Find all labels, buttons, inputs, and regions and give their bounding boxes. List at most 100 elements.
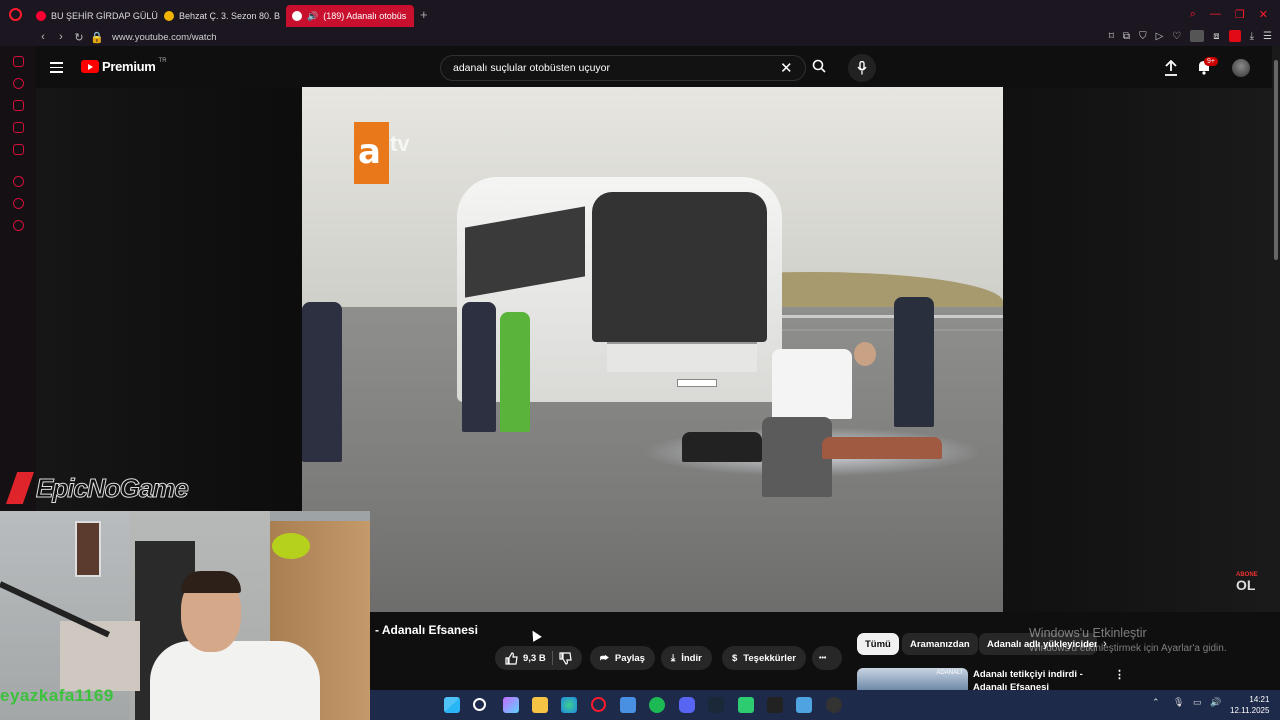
lock-icon[interactable]: 🔒	[88, 31, 106, 44]
streamer-username: eyazkafa1169	[0, 686, 114, 705]
video-person-lying	[682, 432, 762, 462]
search-taskbar-icon[interactable]	[473, 698, 486, 711]
browser-tab-active[interactable]: 🔊 (189) Adanalı otobüs	[286, 5, 414, 27]
minimize-button[interactable]: —	[1210, 8, 1221, 20]
more-actions-button[interactable]: •••	[812, 646, 842, 670]
taskbar-clock[interactable]: 14:21 12.11.2025	[1230, 694, 1269, 716]
region-code: TR	[158, 57, 167, 64]
sidebar-player-icon[interactable]	[13, 176, 24, 187]
scrollbar-thumb[interactable]	[1274, 60, 1278, 260]
clear-search-icon[interactable]: ✕	[780, 59, 793, 77]
share-button[interactable]: ⮫ Paylaş	[590, 646, 655, 670]
bookmark-icon[interactable]: ⌑	[1109, 31, 1114, 42]
thumbs-down-icon[interactable]	[559, 651, 572, 665]
share-icon: ⮫	[600, 652, 609, 664]
sidebar-history-icon[interactable]	[13, 78, 24, 89]
video-title: - Adanalı Efsanesi	[375, 623, 478, 637]
like-button[interactable]: 9,3 B	[505, 651, 546, 665]
new-tab-button[interactable]: +	[420, 7, 428, 22]
browser-tab-1[interactable]: BU ŞEHİR GİRDAP GÜLÜ	[30, 5, 158, 27]
video-woman-green	[500, 312, 530, 432]
atv-channel-logo: a	[354, 122, 389, 184]
account-avatar[interactable]	[1232, 59, 1250, 77]
extension-icon[interactable]	[1190, 30, 1205, 42]
reload-icon[interactable]: ↻	[70, 31, 88, 44]
search-input[interactable]	[453, 62, 773, 74]
recommendation-title[interactable]: Adanalı tetikçiyi indirdi - Adanalı Efsa…	[973, 668, 1113, 690]
upload-icon[interactable]	[1164, 60, 1178, 76]
forward-icon[interactable]: ›	[52, 31, 70, 43]
epicnogame-mark-icon	[6, 472, 34, 504]
puzzle-icon[interactable]: ⧈	[1213, 31, 1219, 42]
play-icon[interactable]: ▷	[1156, 31, 1164, 42]
video-player[interactable]: a tv	[302, 87, 1003, 612]
recommendation-more-icon[interactable]: ⋮	[1114, 668, 1125, 681]
download-icon[interactable]: ⤓	[1250, 31, 1254, 42]
tab-label: (189) Adanalı otobüs	[323, 11, 407, 21]
epicnogame-text: EpicNoGame	[36, 472, 190, 503]
voice-search-button[interactable]	[848, 54, 876, 82]
tray-mic-icon[interactable]: 🎙	[1173, 697, 1184, 708]
more-actions-icon: •••	[819, 654, 827, 662]
sidebar-workspace-icon[interactable]	[13, 100, 24, 111]
edge-icon[interactable]	[561, 697, 577, 713]
opera-taskbar-icon[interactable]	[591, 697, 606, 712]
site-favicon-icon	[164, 11, 174, 21]
start-icon[interactable]	[444, 697, 460, 713]
thumbs-up-icon	[505, 651, 518, 665]
spotify-icon[interactable]	[649, 697, 665, 713]
tray-chevron-icon[interactable]: ⌃	[1152, 697, 1160, 708]
chip-all[interactable]: Tümü	[857, 633, 899, 655]
shield-icon[interactable]: ⛉	[1139, 31, 1147, 42]
discord-icon[interactable]	[679, 697, 695, 713]
url-field[interactable]: www.youtube.com/watch	[112, 32, 217, 43]
youtube-logo[interactable]: Premium TR	[81, 57, 167, 74]
sidebar-messenger-icon[interactable]	[13, 56, 24, 67]
speaker-icon[interactable]: 🔊	[307, 11, 318, 22]
tray-display-icon[interactable]: ▭	[1193, 697, 1202, 708]
windows-activation-title: Windows'u Etkinleştir	[1029, 626, 1147, 640]
thanks-button[interactable]: $ Teşekkürler	[722, 646, 806, 670]
app-dark-icon[interactable]	[767, 697, 783, 713]
browser-tab-2[interactable]: Behzat Ç. 3. Sezon 80. B	[158, 5, 286, 27]
steam-icon[interactable]	[708, 697, 724, 713]
youtube-play-icon	[81, 60, 99, 73]
search-tabs-icon[interactable]: ⌕	[1190, 8, 1196, 21]
turkey-flag-icon[interactable]	[1228, 30, 1241, 42]
app-green-icon[interactable]	[738, 697, 754, 713]
atv-logo-letter: a	[358, 132, 381, 172]
sidebar-twitch-icon[interactable]	[13, 144, 24, 155]
close-window-button[interactable]: ✕	[1259, 8, 1268, 21]
subscribe-overlay-line2: OL	[1236, 577, 1256, 593]
sidebar-discord-icon[interactable]	[13, 122, 24, 133]
search-icon[interactable]	[812, 59, 826, 73]
sidebar-clock-icon[interactable]	[13, 198, 24, 209]
snapshot-icon[interactable]: ⧉	[1123, 31, 1130, 42]
heart-icon[interactable]: ♡	[1172, 31, 1181, 42]
copilot-icon[interactable]	[503, 697, 519, 713]
clock-date: 12.11.2025	[1230, 706, 1270, 715]
hamburger-menu-icon[interactable]	[50, 62, 63, 76]
share-label: Paylaş	[614, 652, 645, 664]
tray-volume-icon[interactable]: 🔊	[1210, 697, 1221, 708]
browser-tab-bar: BU ŞEHİR GİRDAP GÜLÜ Behzat Ç. 3. Sezon …	[0, 0, 1280, 28]
file-explorer-icon[interactable]	[532, 697, 548, 713]
sidebar-settings-icon[interactable]	[13, 220, 24, 231]
app-blue-icon[interactable]	[796, 697, 812, 713]
tab-label: BU ŞEHİR GİRDAP GÜLÜ	[51, 11, 158, 21]
recommendation-thumbnail[interactable]: ADANALI	[857, 668, 968, 690]
download-icon: ⤓	[671, 652, 676, 664]
clock-time: 14:21	[1249, 695, 1270, 704]
video-man-white-shirt	[772, 349, 852, 419]
back-icon[interactable]: ‹	[34, 31, 52, 43]
address-bar-row: ‹ › ↻ 🔒 www.youtube.com/watch ⌑ ⧉ ⛉ ▷ ♡ …	[0, 28, 1280, 46]
obs-icon[interactable]	[826, 697, 842, 713]
opera-logo-icon[interactable]	[0, 0, 30, 28]
menu-icon[interactable]: ☰	[1263, 31, 1272, 42]
store-icon[interactable]	[620, 697, 636, 713]
page-scrollbar[interactable]	[1272, 46, 1280, 690]
microphone-icon	[857, 61, 867, 75]
maximize-button[interactable]: ❐	[1235, 8, 1245, 21]
download-button[interactable]: ⤓ İndir	[661, 646, 712, 670]
chip-from-search[interactable]: Aramanızdan	[902, 633, 978, 655]
